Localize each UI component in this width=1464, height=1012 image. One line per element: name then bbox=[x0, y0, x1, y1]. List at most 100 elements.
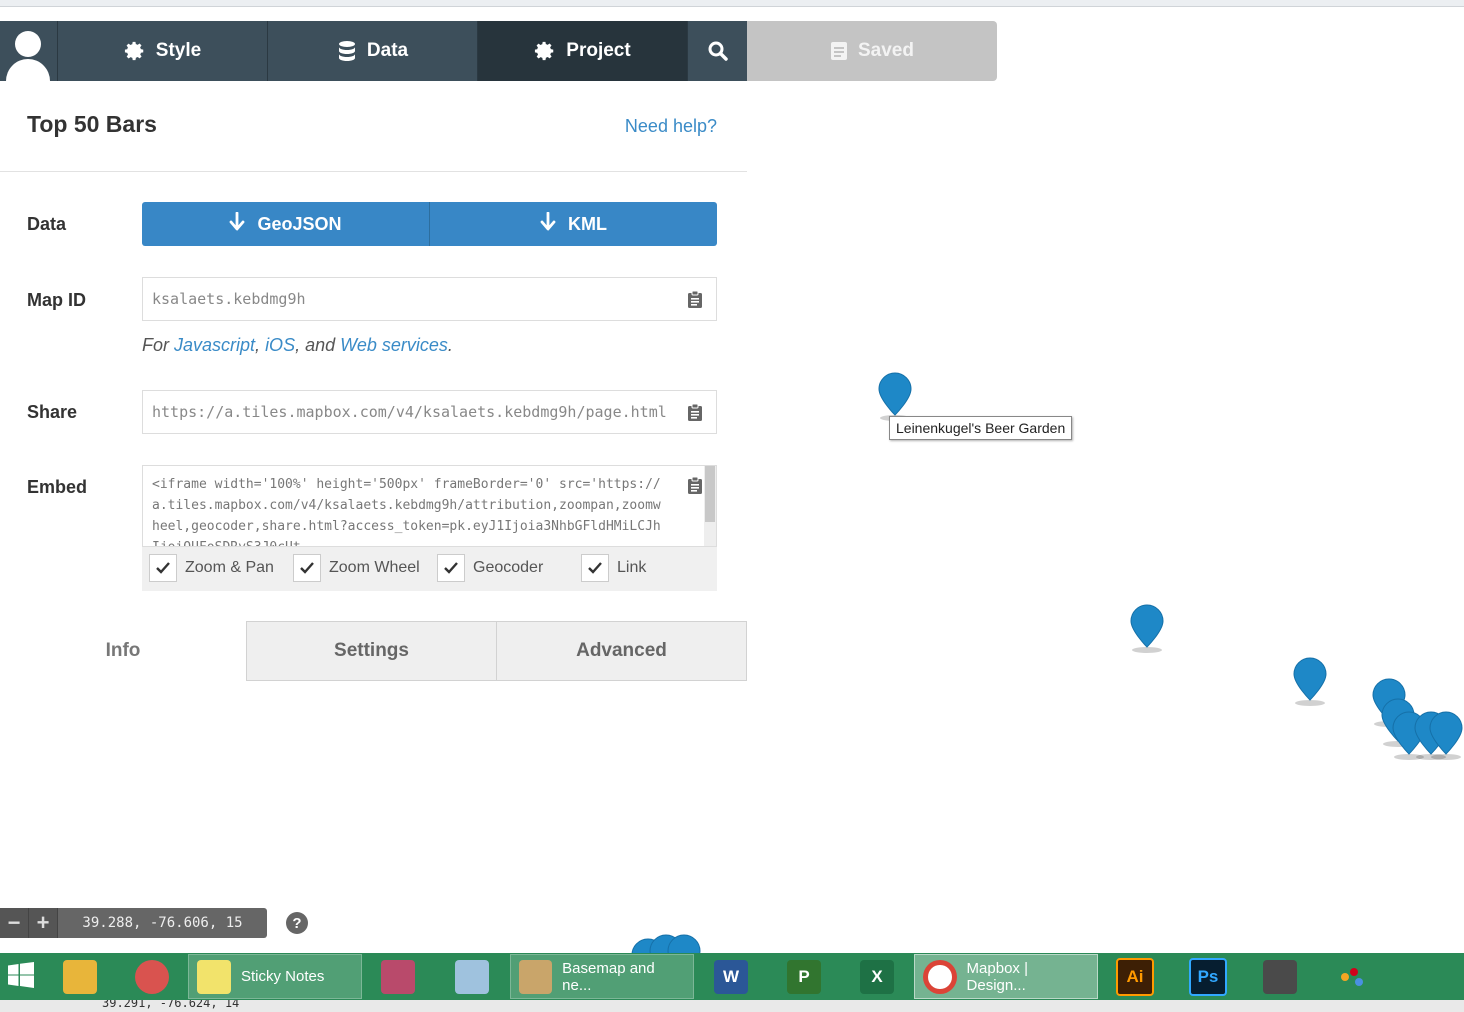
map-marker[interactable] bbox=[1129, 603, 1165, 653]
ios-link[interactable]: iOS bbox=[265, 335, 295, 355]
checkbox-box[interactable] bbox=[581, 554, 609, 582]
map-id-field[interactable]: ksalaets.kebdmg9h bbox=[142, 277, 717, 321]
checkbox-box[interactable] bbox=[293, 554, 321, 582]
calculator-icon bbox=[455, 959, 489, 994]
start-button[interactable] bbox=[0, 954, 44, 999]
avatar[interactable] bbox=[0, 21, 57, 81]
checkbox-box[interactable] bbox=[437, 554, 465, 582]
kml-label: KML bbox=[568, 213, 607, 234]
clipboard-icon[interactable] bbox=[687, 290, 703, 314]
kml-download-button[interactable]: KML bbox=[430, 202, 717, 246]
geocoder-checkbox[interactable]: Geocoder bbox=[437, 554, 543, 582]
clipboard-icon[interactable] bbox=[687, 476, 703, 500]
zoom-pan-label: Zoom & Pan bbox=[185, 559, 274, 576]
snipping-tool-task[interactable] bbox=[362, 954, 434, 999]
folder-icon bbox=[63, 959, 97, 994]
windows-logo-icon bbox=[8, 961, 34, 992]
avatar-head bbox=[15, 31, 41, 57]
illustrator-icon: Ai bbox=[1116, 957, 1154, 996]
zoom-pan-checkbox[interactable]: Zoom & Pan bbox=[149, 554, 274, 582]
download-button-group: GeoJSON KML bbox=[142, 202, 717, 246]
map-id-value: ksalaets.kebdmg9h bbox=[152, 290, 306, 308]
sublime-text-icon bbox=[1263, 959, 1297, 994]
database-icon bbox=[337, 40, 357, 62]
download-arrow-icon bbox=[229, 211, 245, 237]
embed-code: <iframe width='100%' height='500px' fram… bbox=[152, 477, 661, 546]
excel-task[interactable]: X bbox=[840, 954, 914, 999]
zoom-wheel-label: Zoom Wheel bbox=[329, 559, 420, 576]
file-explorer-task[interactable] bbox=[44, 954, 116, 999]
map-zoom-controls: − + 39.288, -76.606, 15 bbox=[0, 908, 267, 938]
style-tab-button[interactable]: Style bbox=[57, 21, 267, 81]
panel-tabs: Info Settings Advanced bbox=[0, 621, 747, 681]
project-tab-label: Project bbox=[566, 40, 631, 61]
geojson-label: GeoJSON bbox=[257, 213, 342, 234]
checkbox-box[interactable] bbox=[149, 554, 177, 582]
project-title: Top 50 Bars bbox=[27, 111, 157, 137]
calculator-task[interactable] bbox=[434, 954, 510, 999]
map-marker[interactable] bbox=[1428, 710, 1464, 760]
data-row-label: Data bbox=[27, 214, 67, 234]
web-services-link[interactable]: Web services bbox=[340, 335, 448, 355]
basemap-task-label: Basemap and ne... bbox=[562, 959, 655, 994]
saved-label: Saved bbox=[858, 40, 914, 61]
style-tab-label: Style bbox=[155, 40, 202, 61]
underlying-window-strip: 39.291, -76.624, 14 bbox=[0, 1000, 1464, 1012]
share-url-value: https://a.tiles.mapbox.com/v4/ksalaets.k… bbox=[152, 403, 667, 421]
download-arrow-icon bbox=[540, 211, 556, 237]
hint-prefix: For bbox=[142, 335, 169, 355]
photoshop-icon: Ps bbox=[1189, 957, 1227, 996]
javascript-link[interactable]: Javascript bbox=[174, 335, 255, 355]
misc-app-task[interactable] bbox=[1316, 954, 1388, 999]
share-url-field[interactable]: https://a.tiles.mapbox.com/v4/ksalaets.k… bbox=[142, 390, 717, 434]
avatar-body bbox=[6, 59, 50, 81]
zoom-wheel-checkbox[interactable]: Zoom Wheel bbox=[293, 554, 420, 582]
link-label: Link bbox=[617, 559, 647, 576]
gear-icon bbox=[534, 40, 556, 62]
need-help-link[interactable]: Need help? bbox=[625, 116, 717, 137]
word-task[interactable]: W bbox=[694, 954, 768, 999]
geocoder-label: Geocoder bbox=[473, 559, 544, 576]
geojson-download-button[interactable]: GeoJSON bbox=[142, 202, 430, 246]
embed-code-textarea[interactable]: <iframe width='100%' height='500px' fram… bbox=[142, 465, 717, 547]
word-icon: W bbox=[714, 959, 748, 994]
document-icon bbox=[830, 41, 848, 61]
illustrator-task[interactable]: Ai bbox=[1098, 954, 1172, 999]
tab-info[interactable]: Info bbox=[0, 621, 246, 681]
chrome-task[interactable]: Mapbox | Design... bbox=[914, 954, 1098, 999]
project-tab-button[interactable]: Project bbox=[477, 21, 687, 81]
photoshop-task[interactable]: Ps bbox=[1172, 954, 1244, 999]
embed-label: Embed bbox=[27, 477, 88, 497]
sticky-notes-label: Sticky Notes bbox=[241, 968, 325, 985]
link-checkbox[interactable]: Link bbox=[581, 554, 646, 582]
tab-settings[interactable]: Settings bbox=[246, 621, 497, 681]
sdk-hint: For Javascript, iOS, and Web services. bbox=[142, 335, 453, 355]
sticky-notes-task[interactable]: Sticky Notes bbox=[188, 954, 362, 999]
browser-top-edge bbox=[0, 0, 1464, 7]
embed-scrollbar[interactable] bbox=[704, 466, 716, 546]
scissors-icon bbox=[381, 959, 415, 994]
map-marker[interactable] bbox=[1292, 656, 1328, 706]
tab-advanced[interactable]: Advanced bbox=[496, 621, 747, 681]
paint-app-task[interactable] bbox=[116, 954, 188, 999]
windows-taskbar: Sticky Notes Basemap and ne... W P X Map… bbox=[0, 953, 1464, 1000]
data-tab-button[interactable]: Data bbox=[267, 21, 477, 81]
clipboard-icon[interactable] bbox=[687, 403, 703, 427]
paint-basemap-task[interactable]: Basemap and ne... bbox=[510, 954, 694, 999]
saved-button[interactable]: Saved bbox=[747, 21, 997, 81]
search-button[interactable] bbox=[687, 21, 747, 81]
palette-icon bbox=[519, 959, 553, 994]
map-marker[interactable] bbox=[877, 371, 913, 421]
sublime-task[interactable] bbox=[1244, 954, 1316, 999]
zoom-out-button[interactable]: − bbox=[0, 908, 29, 938]
zoom-in-button[interactable]: + bbox=[29, 908, 58, 938]
project-task[interactable]: P bbox=[768, 954, 840, 999]
project-panel: Top 50 Bars Need help? Data GeoJSON KML … bbox=[0, 81, 747, 681]
embed-scrollbar-thumb[interactable] bbox=[705, 466, 715, 522]
marker-tooltip: Leinenkugel's Beer Garden bbox=[889, 416, 1073, 440]
data-tab-label: Data bbox=[366, 40, 409, 61]
sticky-note-icon bbox=[197, 959, 231, 994]
editor-toolbar: Style Data Project Saved bbox=[0, 21, 997, 81]
underlying-coords: 39.291, -76.624, 14 bbox=[102, 1000, 240, 1010]
help-icon[interactable]: ? bbox=[286, 912, 308, 934]
